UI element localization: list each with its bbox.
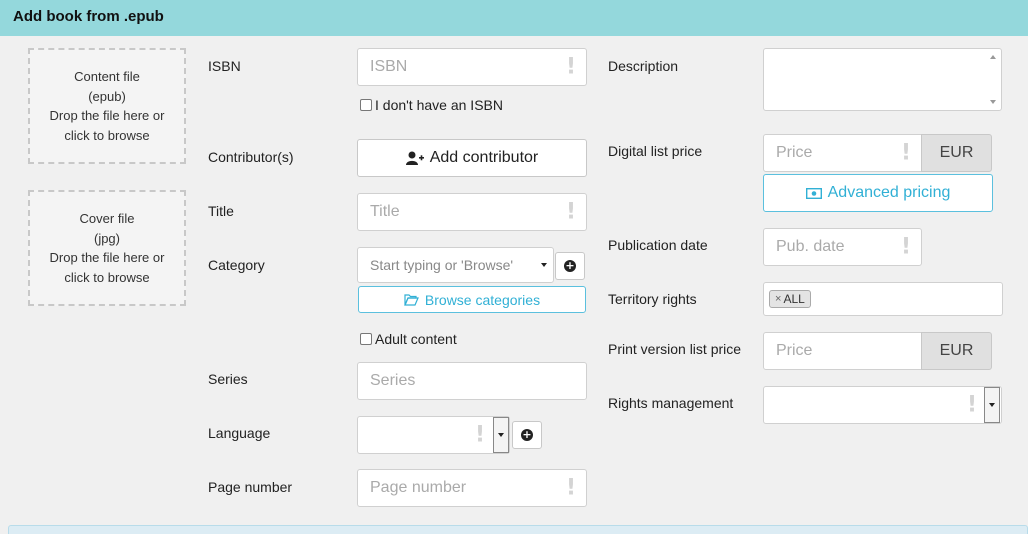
plus-circle-icon: + <box>564 259 576 272</box>
caret-down-icon <box>541 263 547 267</box>
currency-label: EUR <box>939 342 974 359</box>
no-isbn-label: I don't have an ISBN <box>375 97 503 113</box>
currency-label: EUR <box>939 144 974 161</box>
user-plus-icon <box>405 151 424 165</box>
digital-price-placeholder: Price <box>776 144 813 161</box>
rights-dropdown-toggle[interactable] <box>984 387 1000 423</box>
title-placeholder: Title <box>370 203 400 220</box>
page-number-input[interactable]: Page number ! <box>357 469 587 507</box>
add-category-button[interactable]: + <box>555 252 585 280</box>
page-number-placeholder: Page number <box>370 479 467 496</box>
cover-file-dropzone[interactable]: Cover file (jpg) Drop the file here or c… <box>28 190 186 306</box>
territory-rights-label: Territory rights <box>608 291 697 307</box>
content-file-dropzone[interactable]: Content file (epub) Drop the file here o… <box>28 48 186 164</box>
description-label: Description <box>608 58 679 74</box>
advanced-pricing-label: Advanced pricing <box>827 184 951 201</box>
add-language-button[interactable]: + <box>512 421 542 449</box>
language-dropdown-toggle[interactable] <box>493 417 509 453</box>
exclamation-icon: ! <box>565 475 576 501</box>
exclamation-icon: ! <box>900 234 911 260</box>
money-icon <box>805 187 822 199</box>
territory-tag[interactable]: × ALL <box>769 290 811 308</box>
title-label: Title <box>208 203 234 219</box>
scroll-down-icon[interactable] <box>990 100 996 104</box>
dropzone-hint-browse: click to browse <box>64 269 150 285</box>
digital-currency-addon: EUR <box>921 134 992 172</box>
exclamation-icon: ! <box>565 54 576 80</box>
publication-date-label: Publication date <box>608 237 708 253</box>
digital-price-input[interactable]: Price ! <box>763 134 922 172</box>
dropzone-hint: Drop the file here or <box>49 250 165 265</box>
print-price-label: Print version list price <box>608 341 742 357</box>
remove-tag-icon[interactable]: × <box>775 293 781 305</box>
isbn-label: ISBN <box>208 58 241 74</box>
title-input[interactable]: Title ! <box>357 193 587 231</box>
no-isbn-checkbox[interactable]: I don't have an ISBN <box>360 97 503 113</box>
publication-date-input[interactable]: Pub. date ! <box>763 228 922 266</box>
series-input[interactable]: Series <box>357 362 587 400</box>
dropzone-title: Cover file <box>79 211 135 226</box>
page-header: Add book from .epub <box>0 0 1028 36</box>
language-label: Language <box>208 425 271 441</box>
publication-date-placeholder: Pub. date <box>776 238 845 255</box>
isbn-input[interactable]: ISBN ! <box>357 48 587 86</box>
plus-circle-icon: + <box>521 428 533 441</box>
exclamation-icon: ! <box>565 199 576 225</box>
language-select[interactable]: ! <box>357 416 510 454</box>
checkbox-box[interactable] <box>360 99 372 111</box>
caret-down-icon <box>498 433 504 437</box>
adult-content-label: Adult content <box>375 331 457 347</box>
page-title: Add book from .epub <box>13 8 164 25</box>
territory-tag-label: ALL <box>783 292 805 306</box>
description-textarea[interactable] <box>763 48 1002 111</box>
print-price-input[interactable]: Price <box>763 332 922 370</box>
rights-management-label: Rights management <box>608 395 734 411</box>
category-placeholder: Start typing or 'Browse' <box>370 257 514 273</box>
bottom-info-panel <box>8 525 1028 534</box>
contributors-label: Contributor(s) <box>208 149 294 165</box>
isbn-placeholder: ISBN <box>370 58 408 75</box>
dropzone-format: (epub) <box>88 88 126 104</box>
page-number-label: Page number <box>208 479 293 495</box>
folder-open-icon <box>403 293 419 306</box>
rights-management-select[interactable]: ! <box>763 386 1002 424</box>
series-label: Series <box>208 371 248 387</box>
print-price-placeholder: Price <box>776 342 813 359</box>
dropzone-format: (jpg) <box>93 230 120 246</box>
caret-down-icon <box>989 403 995 407</box>
category-label: Category <box>208 257 265 273</box>
series-placeholder: Series <box>370 372 416 389</box>
scroll-up-icon[interactable] <box>990 55 996 59</box>
exclamation-icon: ! <box>474 422 485 448</box>
browse-categories-button[interactable]: Browse categories <box>358 286 586 313</box>
description-scrollbar[interactable] <box>987 51 999 108</box>
category-select[interactable]: Start typing or 'Browse' <box>357 247 554 283</box>
adult-content-checkbox[interactable]: Adult content <box>360 331 457 347</box>
dropzone-title: Content file <box>74 69 140 84</box>
dropzone-hint: Drop the file here or <box>49 108 165 123</box>
add-contributor-label: Add contributor <box>429 149 539 166</box>
advanced-pricing-button[interactable]: Advanced pricing <box>763 174 993 212</box>
digital-price-label: Digital list price <box>608 143 703 159</box>
exclamation-icon: ! <box>900 140 911 166</box>
dropzone-hint-browse: click to browse <box>64 127 150 143</box>
exclamation-icon: ! <box>966 392 977 418</box>
checkbox-box[interactable] <box>360 333 372 345</box>
browse-categories-label: Browse categories <box>424 291 541 308</box>
add-contributor-button[interactable]: Add contributor <box>357 139 587 177</box>
print-currency-addon: EUR <box>921 332 992 370</box>
